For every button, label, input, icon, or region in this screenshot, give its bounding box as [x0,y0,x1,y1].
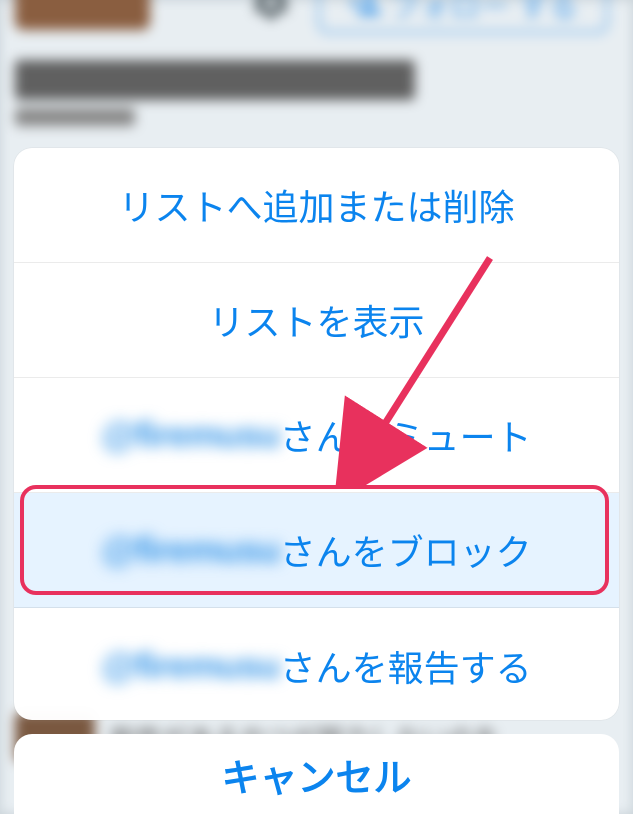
action-show-lists[interactable]: リストを表示 [14,263,619,378]
action-label: さんを報告する [280,640,532,692]
action-mute-user[interactable]: @firemusuさんをミュート [14,378,619,493]
action-label: リストを表示 [208,294,424,346]
action-label: さんをミュート [280,409,532,461]
action-label: さんをブロック [280,524,532,576]
redacted-username: @firemusu [101,414,279,456]
redacted-username: @firemusu [101,645,279,687]
action-report-user[interactable]: @firemusuさんを報告する [14,608,619,720]
cancel-label: キャンセル [221,747,411,802]
action-sheet: リストへ追加または削除 リストを表示 @firemusuさんをミュート @fir… [14,148,619,720]
redacted-username: @firemusu [101,529,279,571]
cancel-button[interactable]: キャンセル [14,734,619,814]
action-block-user[interactable]: @firemusuさんをブロック [14,493,619,608]
action-add-remove-list[interactable]: リストへ追加または削除 [14,148,619,263]
action-label: リストへ追加または削除 [118,179,514,231]
